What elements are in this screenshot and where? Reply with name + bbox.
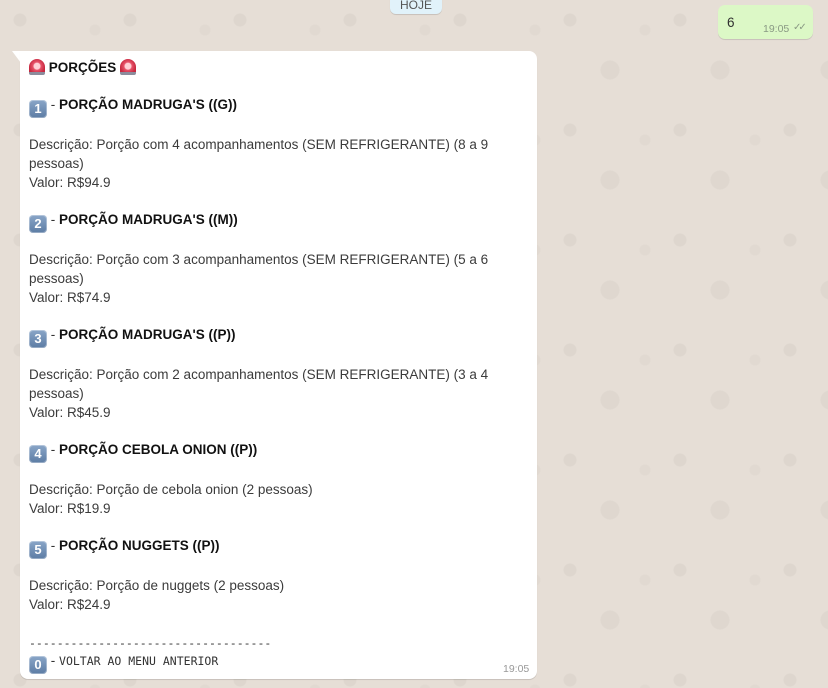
menu-item-price: Valor: R$74.9 (29, 290, 111, 305)
menu-item-description: Descrição: Porção com 2 acompanhamentos … (29, 367, 489, 382)
menu-item-description-cont: pessoas) (29, 386, 84, 401)
outgoing-message-time: 19:05 (763, 23, 790, 35)
menu-item-title: PORÇÃO CEBOLA ONION ((P)) (59, 442, 258, 457)
menu-title: PORÇÕES (48, 60, 117, 75)
keycap-digit-icon: 4 (29, 445, 47, 463)
police-car-light-icon (120, 59, 137, 75)
back-option-row: 0 - VOLTAR AO MENU ANTERIOR (29, 653, 218, 674)
keycap-digit-icon: 3 (29, 330, 47, 348)
incoming-message-time: 19:05 (503, 663, 530, 675)
menu-item-title: PORÇÃO MADRUGA'S ((G)) (59, 97, 237, 112)
menu-item-title-row: 5 - PORÇÃO NUGGETS ((P)) (29, 538, 220, 559)
menu-title-row: PORÇÕES (29, 59, 137, 75)
outgoing-message[interactable]: 6 19:05 ✓✓ (718, 5, 813, 39)
menu-item-price: Valor: R$45.9 (29, 405, 111, 420)
menu-item-description-cont: pessoas) (29, 271, 84, 286)
date-divider-label: HOJE (399, 0, 432, 12)
menu-item-title: PORÇÃO MADRUGA'S ((M)) (59, 212, 238, 227)
menu-item-title-row: 2 - PORÇÃO MADRUGA'S ((M)) (29, 212, 238, 233)
keycap-digit-icon: 2 (29, 215, 47, 233)
menu-item-description-cont: pessoas) (29, 156, 84, 171)
keycap-digit-icon: 0 (29, 656, 47, 674)
separator-line: ----------------------------------- (29, 636, 272, 650)
keycap-digit-icon: 1 (29, 100, 47, 118)
date-divider: HOJE (390, 0, 442, 14)
menu-item-title: PORÇÃO MADRUGA'S ((P)) (59, 327, 236, 342)
police-car-light-icon (29, 59, 45, 75)
menu-item-description: Descrição: Porção de nuggets (2 pessoas) (29, 578, 285, 593)
menu-item-price: Valor: R$24.9 (29, 597, 111, 612)
menu-item-price: Valor: R$19.9 (29, 501, 111, 516)
outgoing-message-text: 6 (727, 15, 735, 30)
menu-item-title-row: 3 - PORÇÃO MADRUGA'S ((P)) (29, 327, 235, 348)
menu-item-price: Valor: R$94.9 (29, 175, 111, 190)
read-receipt-icon: ✓✓ (793, 22, 807, 33)
menu-item-description: Descrição: Porção de cebola onion (2 pes… (29, 482, 313, 497)
menu-item-description: Descrição: Porção com 3 acompanhamentos … (29, 252, 489, 267)
menu-item-description: Descrição: Porção com 4 acompanhamentos … (29, 137, 489, 152)
menu-item-title-row: 1 - PORÇÃO MADRUGA'S ((G)) (29, 97, 237, 118)
back-option-label: VOLTAR AO MENU ANTERIOR (59, 654, 219, 668)
menu-item-title: PORÇÃO NUGGETS ((P)) (59, 538, 220, 553)
incoming-message[interactable]: PORÇÕES 1 - PORÇÃO MADRUGA'S ((G)) Descr… (20, 51, 537, 679)
menu-item-title-row: 4 - PORÇÃO CEBOLA ONION ((P)) (29, 442, 257, 463)
keycap-digit-icon: 5 (29, 541, 47, 559)
